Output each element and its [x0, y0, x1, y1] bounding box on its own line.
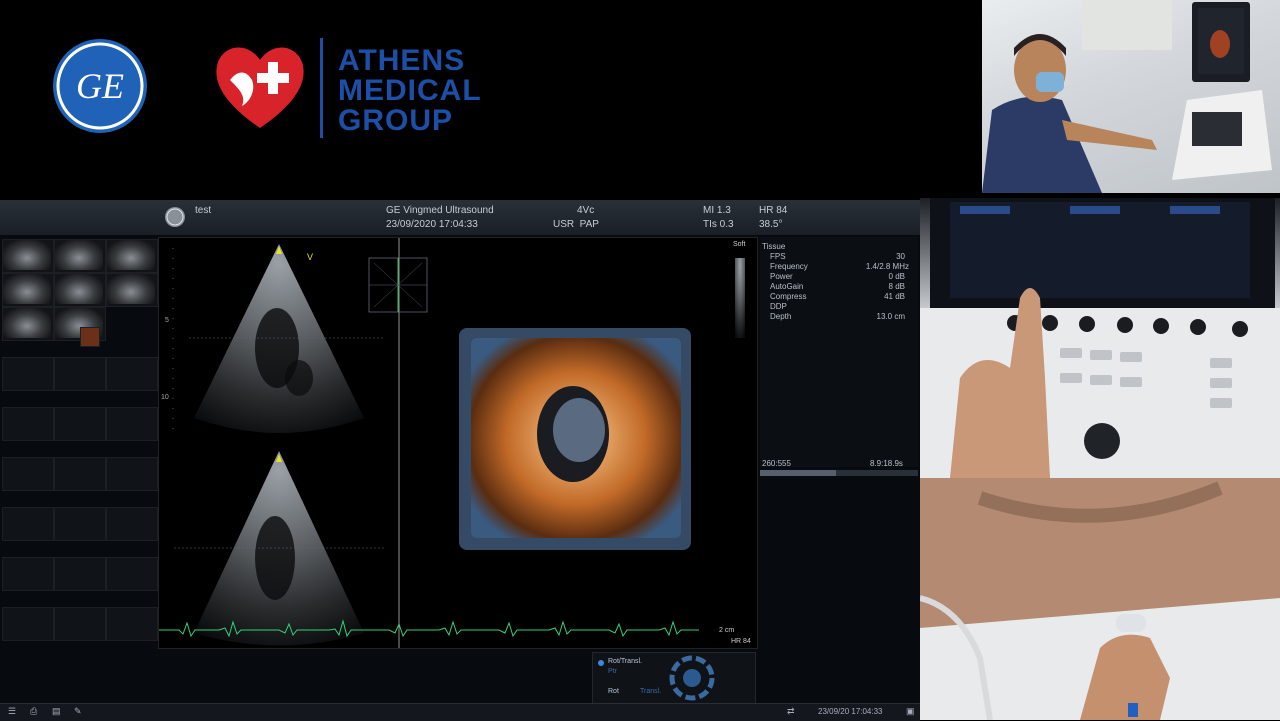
printer-icon[interactable]: ⎙ — [30, 706, 37, 717]
thumbnail[interactable] — [106, 239, 158, 273]
param-label: Power — [770, 272, 793, 281]
empty-thumbnail — [106, 507, 158, 541]
camera-feed-patient — [920, 478, 1280, 720]
ptr-label[interactable]: Ptr — [608, 668, 617, 675]
thumbnail[interactable] — [2, 239, 54, 273]
brand-line-3: GROUP — [338, 104, 454, 137]
transl-label[interactable]: Transl. — [640, 688, 661, 695]
param-label: FPS — [770, 252, 786, 261]
empty-thumbnail — [54, 507, 106, 541]
trackball-icon[interactable] — [669, 655, 715, 701]
empty-thumbnail — [2, 357, 54, 391]
empty-thumbnail — [106, 557, 158, 591]
menu-icon[interactable]: ☰ — [8, 706, 16, 717]
empty-thumbnail — [54, 357, 106, 391]
params-title: Tissue — [762, 242, 786, 251]
thumbnail[interactable] — [106, 273, 158, 307]
probe-name: 4Vc — [577, 205, 595, 216]
preset-name: USR PAP — [553, 219, 599, 230]
empty-thumbnail — [54, 407, 106, 441]
param-label: DDP — [770, 302, 787, 311]
rot-label[interactable]: Rot — [608, 688, 619, 695]
param-value: 30 — [896, 252, 905, 261]
rotation-panel: Rot/Transl. Ptr Rot Transl. — [592, 652, 756, 704]
status-datetime: 23/09/20 17:04:33 — [818, 707, 883, 716]
ecg-heart-rate: HR 84 — [731, 638, 751, 645]
param-label: Depth — [770, 312, 792, 321]
empty-thumbnail — [2, 557, 54, 591]
param-label: AutoGain — [770, 282, 804, 291]
param-value: 8 dB — [888, 282, 905, 291]
empty-thumbnail — [2, 407, 54, 441]
param-value: 1.4/2.8 MHz — [865, 262, 909, 271]
ultrasound-header-bar: test GE Vingmed Ultrasound 23/09/2020 17… — [0, 200, 920, 235]
athens-heart-logo — [216, 47, 304, 128]
list-icon[interactable]: ▤ — [52, 706, 61, 717]
scale-mark-10: 10 — [161, 394, 169, 401]
empty-thumbnail — [54, 557, 106, 591]
empty-thumbnail — [54, 457, 106, 491]
frame-counter-left: 260:555 — [762, 459, 791, 468]
temperature: 38.5° — [759, 219, 783, 230]
exam-datetime: 23/09/2020 17:04:33 — [386, 219, 478, 230]
ge-small-icon — [165, 207, 185, 227]
patient-name: test — [195, 205, 212, 216]
thumbnail-3d[interactable] — [80, 327, 100, 347]
network-icon: ⇄ — [787, 706, 795, 716]
scale-bar-label: 2 cm — [719, 627, 734, 634]
scale-mark-5: 5 — [165, 317, 169, 324]
storage-icon: ▣ — [906, 706, 915, 716]
param-label: Frequency — [770, 262, 808, 271]
rot-transl-label[interactable]: Rot/Transl. — [608, 658, 642, 665]
thumbnail[interactable] — [54, 239, 106, 273]
frame-counter-right: 8.9:18.9s — [870, 459, 903, 468]
thumbnail-grid — [0, 237, 158, 697]
param-label: Compress — [770, 292, 807, 301]
soft-label: Soft — [733, 241, 746, 248]
param-value: 0 dB — [888, 272, 905, 281]
brand-line-2: MEDICAL — [338, 74, 482, 107]
brand-line-1: ATHENS — [338, 44, 466, 77]
empty-thumbnail — [106, 357, 158, 391]
mi-value: MI 1.3 — [703, 205, 731, 216]
camera-feed-console — [920, 198, 1280, 478]
brand-divider — [320, 38, 323, 138]
empty-thumbnail — [106, 607, 158, 641]
ge-logo-text: GE — [76, 66, 124, 106]
cine-scrollbar[interactable] — [760, 470, 918, 476]
tis-value: TIs 0.3 — [703, 219, 734, 230]
param-value: 41 dB — [884, 292, 905, 301]
tool-icon[interactable]: ✎ — [74, 706, 82, 717]
empty-thumbnail — [54, 607, 106, 641]
thumbnail[interactable] — [2, 307, 54, 341]
status-bar: ☰ ⎙ ▤ ✎ ⇄ 23/09/20 17:04:33 ▣ — [0, 703, 920, 721]
thumbnail[interactable] — [2, 273, 54, 307]
ultrasound-image: 5 10 V Soft 2 cm HR 84 — [159, 238, 751, 648]
image-views[interactable]: 5 10 V Soft 2 cm HR 84 — [158, 237, 758, 649]
parameter-panel: Tissue FPS 30 Frequency 1.4/2.8 MHz Powe… — [760, 237, 918, 468]
ultrasound-screen: test GE Vingmed Ultrasound 23/09/2020 17… — [0, 200, 920, 721]
thumbnail[interactable] — [54, 273, 106, 307]
ge-logo: GE — [53, 39, 147, 133]
empty-thumbnail — [2, 607, 54, 641]
empty-thumbnail — [106, 407, 158, 441]
empty-thumbnail — [106, 457, 158, 491]
camera-feed-operator — [982, 0, 1280, 193]
v-marker: V — [307, 252, 313, 262]
empty-thumbnail — [2, 507, 54, 541]
param-value: 13.0 cm — [876, 312, 905, 321]
heart-rate: HR 84 — [759, 205, 788, 216]
system-name: GE Vingmed Ultrasound — [386, 205, 494, 216]
radio-indicator-icon[interactable] — [598, 660, 604, 666]
empty-thumbnail — [2, 457, 54, 491]
